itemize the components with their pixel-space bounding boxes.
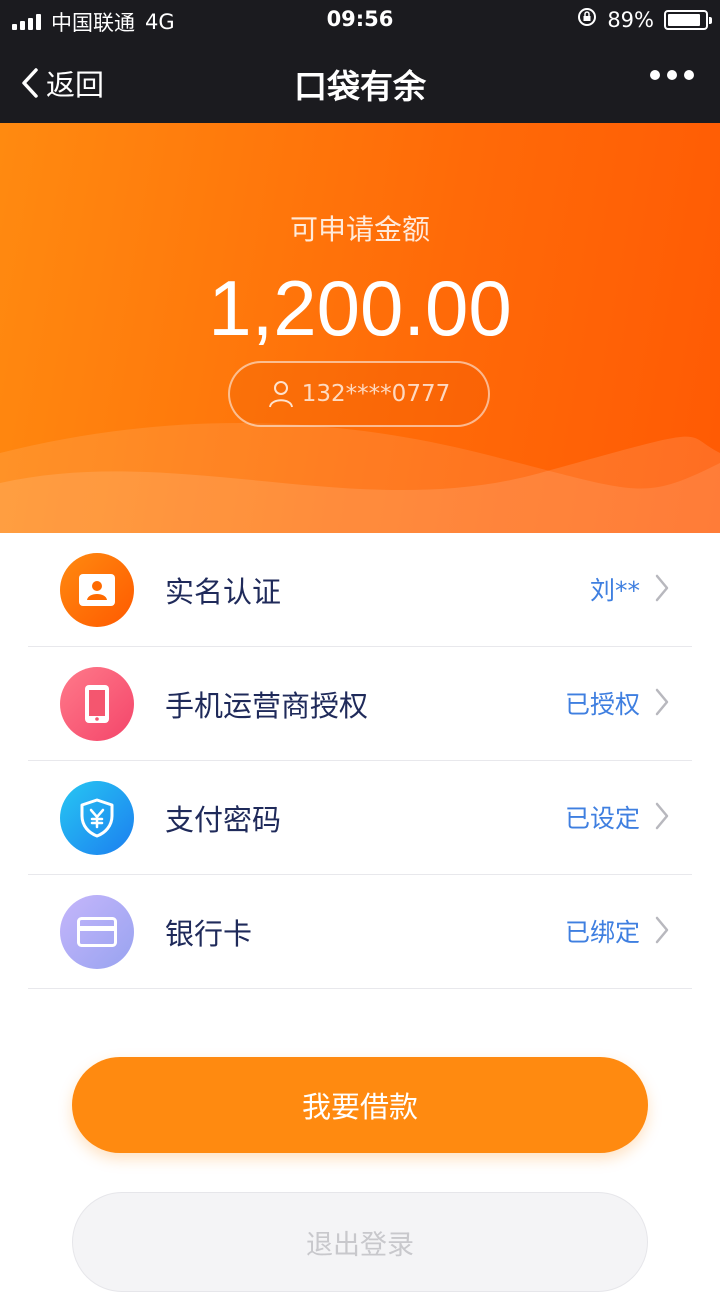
list-item-pay-password[interactable]: 支付密码 已设定 — [28, 761, 692, 875]
chevron-right-icon — [655, 916, 669, 944]
wave-decoration — [0, 423, 720, 533]
account-phone-pill: 132****0777 — [228, 361, 490, 427]
battery-percent: 89% — [607, 7, 654, 32]
carrier-name: 中国联通 — [51, 11, 135, 35]
item-status: 已设定 — [564, 804, 640, 833]
item-status: 已授权 — [564, 690, 640, 719]
credit-summary-banner: 可申请金额 1,200.00 132****0777 — [0, 123, 720, 533]
logout-button[interactable]: 退出登录 — [72, 1192, 648, 1292]
chevron-right-icon — [655, 574, 669, 602]
status-bar: 中国联通 4G 09:56 89% — [0, 0, 720, 40]
list-item-real-name[interactable]: 实名认证 刘** — [28, 533, 692, 647]
item-name: 实名认证 — [165, 575, 282, 609]
list-item-carrier-auth[interactable]: 手机运营商授权 已授权 — [28, 647, 692, 761]
rotation-lock-icon — [577, 7, 597, 32]
shield-yuan-icon — [60, 781, 134, 855]
back-label: 返回 — [46, 68, 105, 102]
verification-list: 实名认证 刘** 手机运营商授权 已授权 支付密码 已设定 银行卡 已绑定 — [0, 533, 720, 989]
item-status: 刘** — [589, 576, 640, 605]
phone-icon — [60, 667, 134, 741]
more-button[interactable] — [650, 70, 694, 80]
borrow-button[interactable]: 我要借款 — [72, 1057, 648, 1153]
item-name: 手机运营商授权 — [165, 689, 369, 723]
account-phone: 132****0777 — [301, 381, 451, 407]
user-icon — [268, 381, 293, 408]
chevron-right-icon — [655, 688, 669, 716]
more-dots-icon — [650, 70, 660, 80]
available-amount: 1,200.00 — [208, 264, 512, 352]
page-title: 口袋有余 — [294, 67, 426, 106]
bank-card-icon — [60, 895, 134, 969]
chevron-left-icon — [22, 68, 38, 98]
amount-label: 可申请金额 — [289, 213, 430, 246]
list-item-bank-card[interactable]: 银行卡 已绑定 — [28, 875, 692, 989]
item-name: 银行卡 — [165, 917, 253, 951]
signal-icon — [12, 14, 41, 30]
chevron-right-icon — [655, 802, 669, 830]
item-name: 支付密码 — [165, 803, 282, 837]
back-button[interactable]: 返回 — [20, 62, 104, 104]
battery-icon — [664, 9, 712, 30]
nav-bar: 返回 口袋有余 — [0, 40, 720, 123]
network-type: 4G — [145, 10, 175, 34]
item-status: 已绑定 — [564, 918, 640, 947]
id-card-icon — [60, 553, 134, 627]
